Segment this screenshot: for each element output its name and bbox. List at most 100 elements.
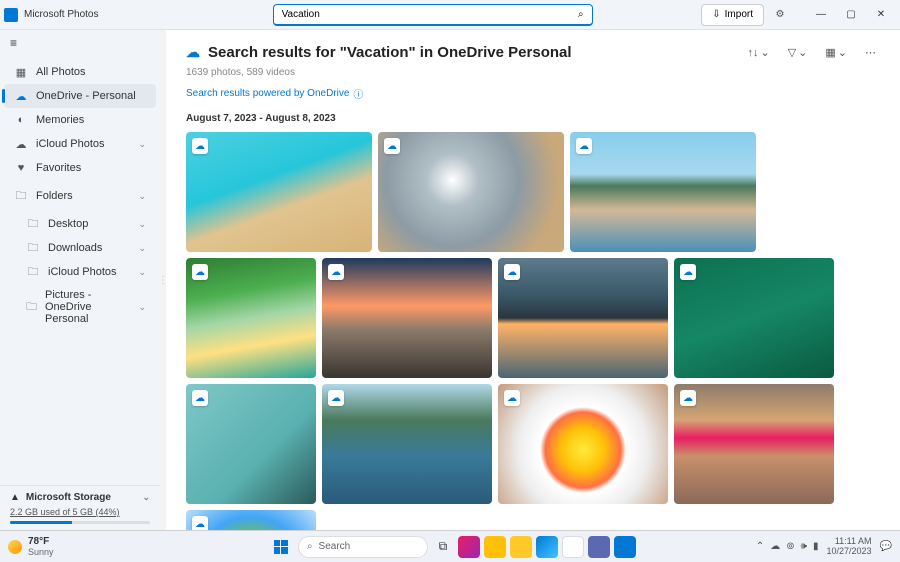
folder-icon: 🗀 (26, 217, 40, 231)
notifications-icon[interactable]: 💬 (880, 541, 892, 552)
onedrive-tray-icon[interactable]: ☁ (770, 541, 780, 552)
clock[interactable]: 11:11 AM 10/27/2023 (827, 537, 872, 557)
photo-item[interactable]: ☁ (674, 384, 834, 504)
taskbar-app-store[interactable] (510, 536, 532, 558)
view-button[interactable]: ▦⌄ (821, 42, 851, 63)
app-icon (4, 8, 18, 22)
cloud-icon: ☁ (14, 137, 28, 151)
grid-icon: ▦ (14, 65, 28, 79)
photo-item[interactable]: ☁ (378, 132, 564, 252)
powered-by-link[interactable]: Search results powered by OneDriveⓘ (186, 86, 880, 101)
storage-bar (10, 521, 150, 524)
search-input[interactable] (282, 9, 578, 20)
chevron-down-icon: ⌄ (760, 46, 769, 59)
filter-icon: ▽ (788, 46, 796, 59)
sidebar-item-icloud[interactable]: ☁ iCloud Photos ⌄ (4, 132, 156, 156)
folder-icon: 🗀 (26, 300, 37, 314)
cloud-badge-icon: ☁ (192, 138, 208, 154)
taskbar-app-teams[interactable] (588, 536, 610, 558)
photo-item[interactable]: ☁ (186, 384, 316, 504)
sidebar-item-all-photos[interactable]: ▦ All Photos (4, 60, 156, 84)
storage-text[interactable]: 2.2 GB used of 5 GB (44%) (10, 507, 150, 517)
import-icon: ⇩ (712, 9, 720, 20)
heart-icon: ♥ (14, 161, 28, 175)
more-icon: ⋯ (865, 46, 876, 59)
folder-downloads[interactable]: 🗀Downloads⌄ (4, 236, 156, 260)
taskbar-app-mail[interactable] (562, 536, 584, 558)
folder-pictures-onedrive[interactable]: 🗀Pictures - OneDrive Personal⌄ (4, 284, 156, 330)
folder-desktop[interactable]: 🗀Desktop⌄ (4, 212, 156, 236)
chevron-down-icon: ⌄ (138, 243, 146, 254)
search-box[interactable]: ⌕ (273, 4, 593, 26)
gear-icon: ⚙ (776, 9, 785, 20)
taskbar-app-photos[interactable] (614, 536, 636, 558)
import-button[interactable]: ⇩ Import (701, 4, 764, 26)
cloud-badge-icon: ☁ (192, 264, 208, 280)
taskbar-search[interactable]: ⌕Search (298, 536, 428, 558)
sort-button[interactable]: ↑↓⌄ (743, 42, 773, 63)
folder-icon: 🗀 (26, 241, 40, 255)
close-button[interactable]: ✕ (866, 3, 896, 27)
battery-icon[interactable]: ▮ (813, 541, 819, 552)
cloud-icon: ☁ (186, 44, 200, 61)
date-range: August 7, 2023 - August 8, 2023 (186, 113, 880, 124)
cloud-badge-icon: ☁ (384, 138, 400, 154)
photo-item[interactable]: ☁ (498, 258, 668, 378)
photo-item[interactable]: ☁ (186, 258, 316, 378)
sidebar-item-favorites[interactable]: ♥ Favorites (4, 156, 156, 180)
chevron-down-icon: ⌄ (138, 302, 146, 313)
chevron-down-icon: ⌄ (142, 492, 150, 503)
info-icon: ⓘ (353, 86, 363, 101)
folder-icloud[interactable]: 🗀iCloud Photos⌄ (4, 260, 156, 284)
taskbar-app-taskview[interactable]: ⧉ (432, 536, 454, 558)
results-title: ☁ Search results for "Vacation" in OneDr… (186, 44, 572, 61)
photo-item[interactable]: ☁ (186, 132, 372, 252)
storage-panel[interactable]: ▲Microsoft Storage⌄ 2.2 GB used of 5 GB … (0, 485, 160, 530)
maximize-button[interactable]: ▢ (836, 3, 866, 27)
wifi-icon[interactable]: ⊚ (786, 541, 794, 552)
app-title: Microsoft Photos (24, 9, 98, 20)
chevron-down-icon: ⌄ (138, 219, 146, 230)
minimize-button[interactable]: — (806, 3, 836, 27)
titlebar: Microsoft Photos ⌕ ⇩ Import ⚙ — ▢ ✕ (0, 0, 900, 30)
sidebar-folders-header[interactable]: 🗀 Folders ⌄ (4, 184, 156, 208)
settings-button[interactable]: ⚙ (766, 3, 794, 27)
photo-item[interactable]: ☁ (570, 132, 756, 252)
filter-button[interactable]: ▽⌄ (784, 42, 812, 63)
main-content[interactable]: ☁ Search results for "Vacation" in OneDr… (166, 30, 900, 530)
photo-item[interactable]: ☁ (498, 384, 668, 504)
photo-item[interactable]: ☁ (674, 258, 834, 378)
folder-icon: 🗀 (14, 189, 28, 203)
weather-widget[interactable]: 78°F Sunny (8, 536, 148, 557)
sort-icon: ↑↓ (747, 47, 758, 59)
taskbar-app-edge[interactable] (536, 536, 558, 558)
hamburger-button[interactable]: ≡ (0, 30, 160, 56)
taskbar-app-copilot[interactable] (458, 536, 480, 558)
cloud-icon: ☁ (14, 89, 28, 103)
search-icon[interactable]: ⌕ (578, 9, 584, 20)
photo-item[interactable]: ☁ (322, 258, 492, 378)
folder-icon: 🗀 (26, 265, 40, 279)
results-count: 1639 photos, 589 videos (186, 67, 880, 78)
memories-icon: ◐ (14, 113, 28, 127)
volume-icon[interactable]: 🕪 (801, 541, 807, 552)
cloud-badge-icon: ☁ (328, 264, 344, 280)
cloud-badge-icon: ☁ (504, 390, 520, 406)
tray-expand-icon[interactable]: ⌃ (756, 541, 764, 552)
sidebar-item-onedrive[interactable]: ☁ OneDrive - Personal (4, 84, 156, 108)
more-button[interactable]: ⋯ (861, 42, 880, 63)
chevron-down-icon: ⌄ (798, 46, 807, 59)
chevron-down-icon: ⌄ (138, 267, 146, 278)
chevron-down-icon: ⌄ (838, 46, 847, 59)
cloud-badge-icon: ☁ (680, 264, 696, 280)
photo-item[interactable]: ☁ (322, 384, 492, 504)
photo-item[interactable]: ☁ (186, 510, 316, 530)
taskbar: 78°F Sunny ⌕Search ⧉ ⌃ ☁ ⊚ 🕪 ▮ 11:11 AM … (0, 530, 900, 562)
taskbar-app-explorer[interactable] (484, 536, 506, 558)
start-button[interactable] (268, 534, 294, 560)
windows-icon (274, 540, 288, 554)
chevron-down-icon: ⌄ (138, 139, 146, 150)
cloud-badge-icon: ☁ (192, 390, 208, 406)
sidebar-item-memories[interactable]: ◐ Memories (4, 108, 156, 132)
photo-grid: ☁ ☁ ☁ ☁ ☁ ☁ ☁ ☁ ☁ ☁ ☁ ☁ (186, 132, 880, 530)
